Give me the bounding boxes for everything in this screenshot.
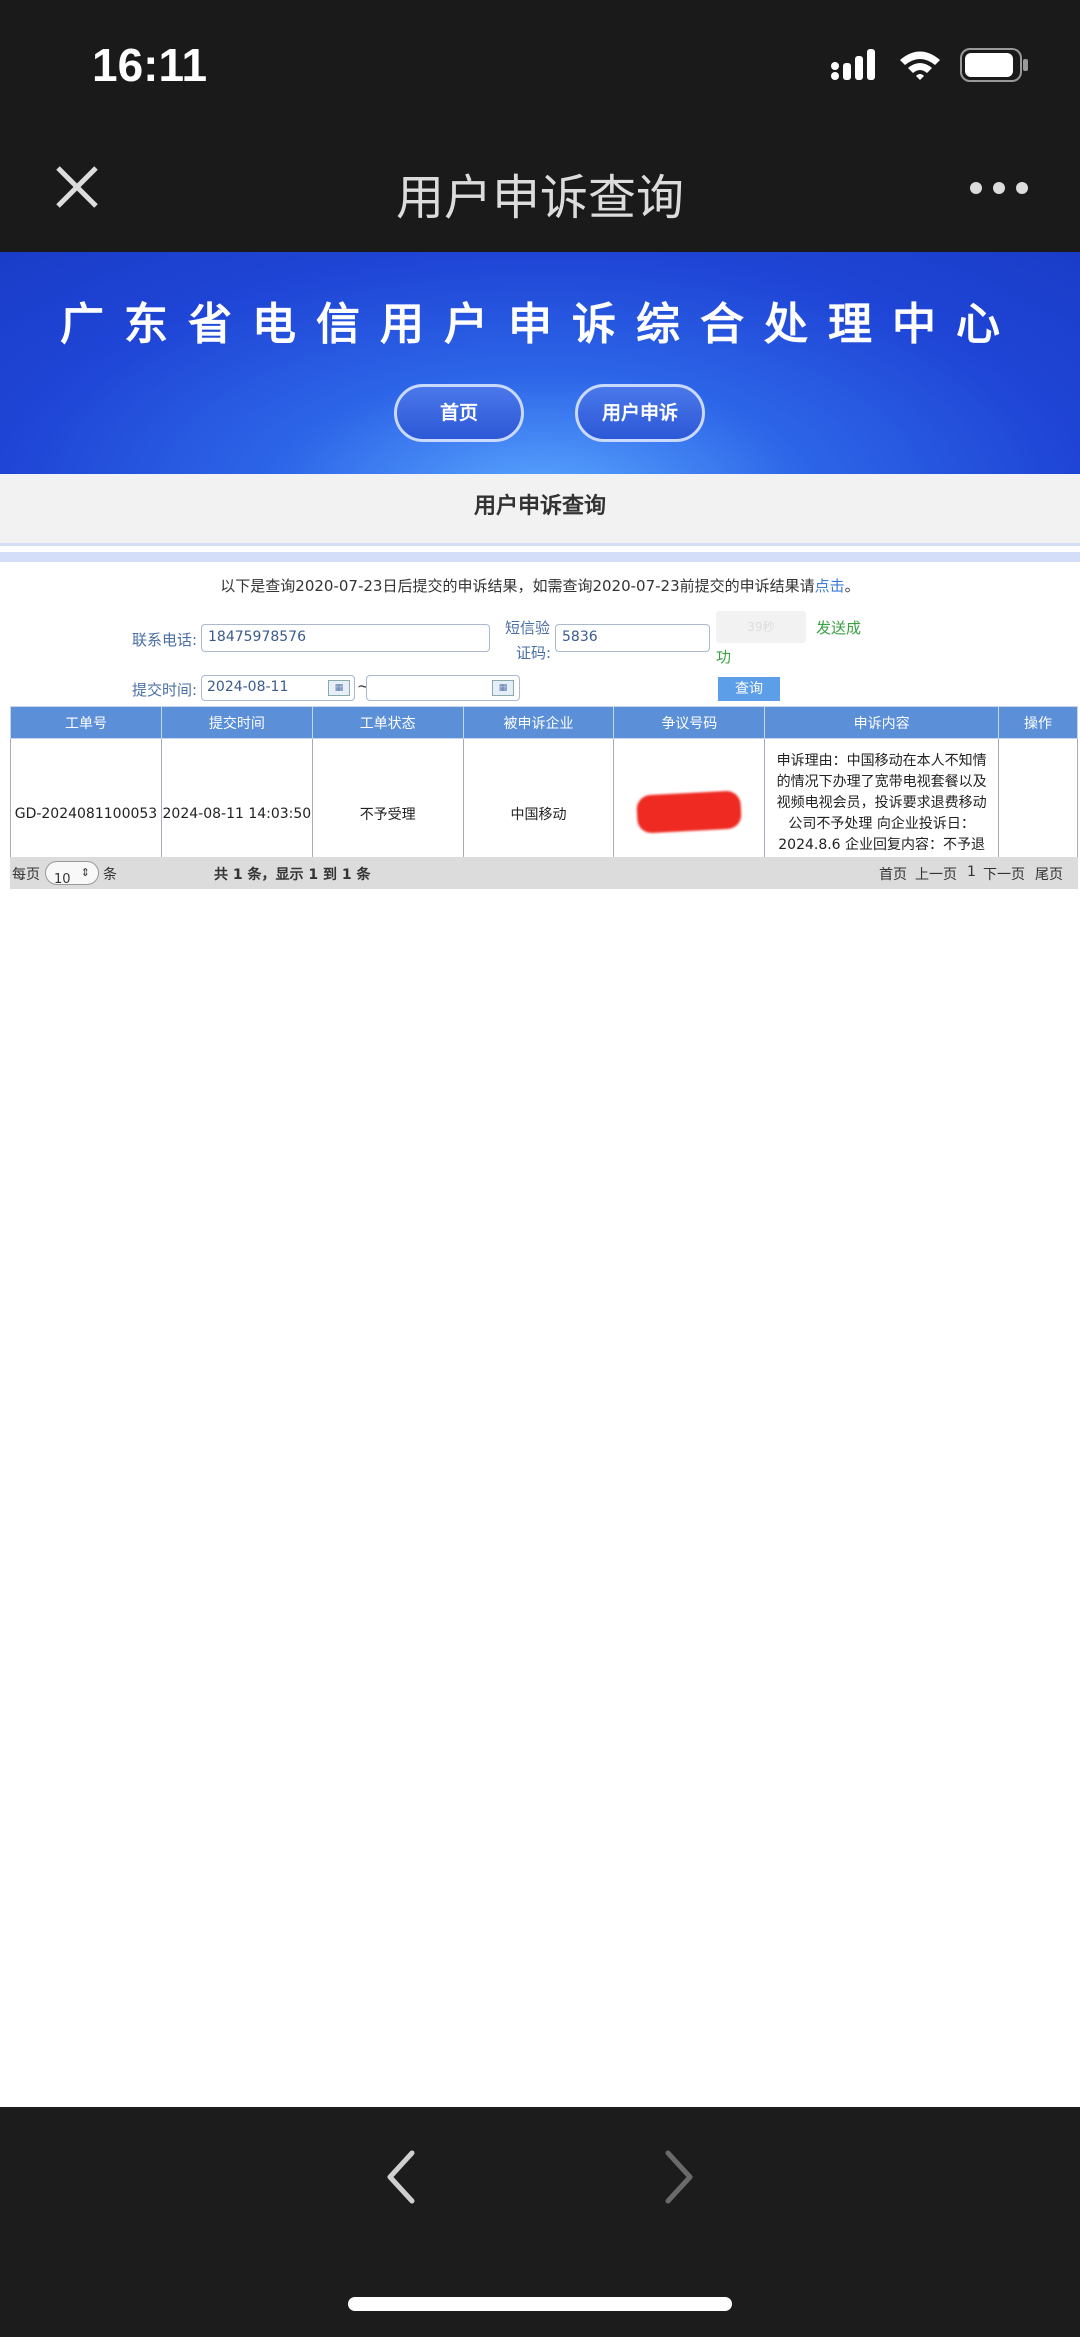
header-content: 申诉内容: [764, 706, 1000, 739]
status-time: 16:11: [92, 39, 208, 91]
prev-page-link[interactable]: 上一页: [915, 864, 957, 884]
per-page-value: 10: [54, 872, 71, 887]
header-status: 工单状态: [311, 706, 464, 739]
page-title: 用户申诉查询: [0, 474, 1080, 546]
calendar-icon[interactable]: ▦: [328, 680, 350, 696]
back-arrow-icon[interactable]: [382, 2147, 418, 2207]
phone-input[interactable]: 18475978576: [201, 624, 490, 652]
query-button[interactable]: 查询: [718, 677, 780, 701]
header-action: 操作: [998, 706, 1078, 739]
more-options-icon[interactable]: [970, 182, 1028, 194]
status-bar: 16:11: [0, 0, 1080, 130]
content-line: 公司不予处理 向企业投诉日：: [788, 815, 975, 832]
calendar-icon[interactable]: ▦: [492, 680, 514, 696]
sms-label-line2: 证码:: [516, 644, 552, 662]
header-company: 被申诉企业: [462, 706, 615, 739]
sms-code-input[interactable]: 5836: [555, 624, 710, 652]
nav-title: 用户申诉查询: [395, 170, 684, 226]
status-icons: [830, 48, 1030, 82]
sms-label-line1: 短信验: [505, 619, 551, 637]
header-disputed-number: 争议号码: [613, 706, 766, 739]
notice-end: 。: [844, 577, 860, 595]
content-line: 视频电视会员，投诉要求退费移动: [776, 794, 987, 811]
header-banner: 广东省电信用户申诉综合处理中心 首页 用户申诉: [0, 252, 1080, 474]
next-page-link[interactable]: 下一页: [983, 864, 1025, 884]
send-status-line2: 功: [716, 648, 732, 666]
submit-time-label: 提交时间:: [132, 681, 198, 699]
pagination-bar: 每页 10 ⇕ 条 共 1 条，显示 1 到 1 条 首页 上一页 1 下一页 …: [10, 857, 1078, 889]
table-header-row: 工单号 提交时间 工单状态 被申诉企业 争议号码 申诉内容 操作: [10, 706, 1078, 739]
header-ticket-id: 工单号: [10, 706, 162, 739]
per-page-label: 每页: [12, 867, 40, 883]
redaction-mark: [636, 789, 743, 834]
current-page[interactable]: 1: [967, 864, 976, 880]
per-page-select[interactable]: 10 ⇕: [45, 861, 99, 887]
divider: [0, 552, 1080, 562]
home-button[interactable]: 首页: [394, 384, 524, 442]
send-code-button[interactable]: 39秒: [716, 611, 806, 643]
query-notice: 以下是查询2020-07-23日后提交的申诉结果，如需查询2020-07-23前…: [0, 575, 1080, 596]
nav-bar: 用户申诉查询: [0, 130, 1080, 252]
phone-label: 联系电话:: [132, 631, 198, 649]
pager-summary: 共 1 条，显示 1 到 1 条: [214, 867, 371, 883]
per-page-unit: 条: [103, 867, 117, 883]
home-indicator[interactable]: [348, 2297, 732, 2311]
chevron-updown-icon: ⇕: [80, 866, 90, 879]
first-page-link[interactable]: 首页: [879, 864, 907, 884]
battery-icon: [960, 48, 1028, 82]
last-page-link[interactable]: 尾页: [1035, 864, 1063, 884]
header-submit-time: 提交时间: [160, 706, 313, 739]
user-complaint-button[interactable]: 用户申诉: [575, 384, 705, 442]
content-line: 申诉理由：中国移动在本人不知情: [776, 752, 987, 769]
date-from-value: 2024-08-11: [207, 679, 289, 695]
notice-text: 以下是查询2020-07-23日后提交的申诉结果，如需查询2020-07-23前…: [220, 577, 815, 595]
notice-link[interactable]: 点击: [815, 577, 845, 595]
send-status-line1: 发送成: [816, 619, 862, 637]
banner-title: 广东省电信用户申诉综合处理中心: [60, 299, 1020, 350]
cellular-signal-icon: [831, 49, 875, 80]
content-line: 的情况下办理了宽带电视套餐以及: [776, 773, 987, 790]
forward-arrow-icon[interactable]: [662, 2147, 698, 2207]
wifi-icon: [900, 51, 940, 80]
